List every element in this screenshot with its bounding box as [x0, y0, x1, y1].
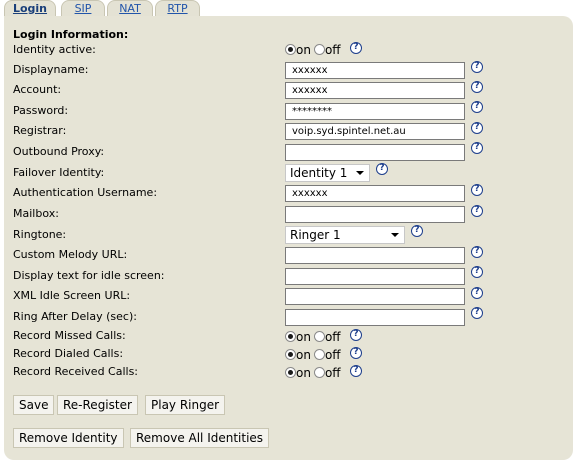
- remove-all-identities-button[interactable]: Remove All Identities: [130, 428, 270, 448]
- help-icon[interactable]: ?: [350, 42, 362, 54]
- record-missed-off-radio[interactable]: [313, 331, 325, 342]
- ringtone-value: Ringer 1: [290, 228, 341, 242]
- registrar-label: Registrar:: [13, 124, 67, 137]
- record-missed-radio-group: on off: [285, 330, 344, 346]
- help-icon[interactable]: ?: [471, 205, 483, 217]
- mailbox-field[interactable]: [285, 206, 465, 223]
- radio-off-label: off: [324, 366, 341, 380]
- record-received-radio-group: on off: [285, 366, 344, 382]
- help-icon[interactable]: ?: [471, 287, 483, 299]
- ringtone-label: Ringtone:: [13, 228, 67, 241]
- record-dialed-label: Record Dialed Calls:: [13, 347, 124, 360]
- failover-identity-value: Identity 1: [290, 166, 348, 180]
- record-received-label: Record Received Calls:: [13, 365, 139, 378]
- identity-active-off-radio[interactable]: [313, 44, 325, 55]
- help-icon[interactable]: ?: [350, 347, 362, 359]
- tab-sip[interactable]: SIP: [61, 0, 105, 16]
- radio-on-label: on: [296, 43, 311, 57]
- failover-identity-select[interactable]: Identity 1: [285, 164, 370, 182]
- save-button[interactable]: Save: [13, 395, 55, 415]
- password-label: Password:: [13, 104, 69, 117]
- section-title: Login Information:: [13, 28, 129, 41]
- identity-active-on-radio[interactable]: [285, 44, 296, 55]
- chevron-down-icon: [356, 171, 364, 175]
- help-icon[interactable]: ?: [350, 329, 362, 341]
- display-text-idle-label: Display text for idle screen:: [13, 269, 165, 282]
- registrar-field[interactable]: voip.syd.spintel.net.au: [285, 123, 465, 140]
- remove-identity-button[interactable]: Remove Identity: [13, 428, 124, 448]
- radio-off-label: off: [324, 43, 341, 57]
- radio-on-label: on: [296, 348, 311, 362]
- radio-on-label: on: [296, 366, 311, 380]
- ringtone-select[interactable]: Ringer 1: [285, 226, 405, 244]
- record-missed-on-radio[interactable]: [285, 331, 296, 342]
- identity-active-label: Identity active:: [13, 43, 96, 56]
- help-icon[interactable]: ?: [471, 184, 483, 196]
- displayname-field[interactable]: xxxxxx: [285, 62, 465, 79]
- record-received-off-radio[interactable]: [313, 367, 325, 378]
- auth-username-field[interactable]: xxxxxx: [285, 185, 465, 202]
- tab-bar: Login SIP NAT RTP: [0, 0, 573, 17]
- help-icon[interactable]: ?: [471, 101, 483, 113]
- display-text-idle-field[interactable]: [285, 268, 465, 285]
- record-dialed-on-radio[interactable]: [285, 349, 296, 360]
- help-icon[interactable]: ?: [471, 81, 483, 93]
- record-missed-label: Record Missed Calls:: [13, 329, 126, 342]
- tab-nat[interactable]: NAT: [107, 0, 153, 16]
- tab-rtp[interactable]: RTP: [155, 0, 200, 16]
- help-icon[interactable]: ?: [471, 246, 483, 258]
- ring-after-delay-field[interactable]: [285, 309, 465, 326]
- ring-after-delay-label: Ring After Delay (sec):: [13, 310, 137, 323]
- displayname-label: Displayname:: [13, 63, 89, 76]
- record-received-on-radio[interactable]: [285, 367, 296, 378]
- account-field[interactable]: xxxxxx: [285, 82, 465, 99]
- custom-melody-url-field[interactable]: [285, 247, 465, 264]
- password-field[interactable]: ********: [285, 103, 465, 120]
- outbound-proxy-label: Outbound Proxy:: [13, 145, 105, 158]
- account-label: Account:: [13, 83, 62, 96]
- help-icon[interactable]: ?: [350, 365, 362, 377]
- help-icon[interactable]: ?: [471, 142, 483, 154]
- xml-idle-url-field[interactable]: [285, 288, 465, 305]
- help-icon[interactable]: ?: [471, 61, 483, 73]
- help-icon[interactable]: ?: [471, 266, 483, 278]
- help-icon[interactable]: ?: [471, 307, 483, 319]
- radio-on-label: on: [296, 330, 311, 344]
- re-register-button[interactable]: Re-Register: [57, 395, 138, 415]
- radio-off-label: off: [324, 330, 341, 344]
- help-icon[interactable]: ?: [471, 122, 483, 134]
- auth-username-label: Authentication Username:: [13, 186, 158, 199]
- radio-off-label: off: [324, 348, 341, 362]
- chevron-down-icon: [391, 233, 399, 237]
- play-ringer-button[interactable]: Play Ringer: [145, 395, 226, 415]
- help-icon[interactable]: ?: [376, 163, 388, 175]
- mailbox-label: Mailbox:: [13, 207, 59, 220]
- custom-melody-url-label: Custom Melody URL:: [13, 248, 128, 261]
- tab-login[interactable]: Login: [4, 0, 56, 17]
- identity-active-radio-group: on off: [285, 43, 344, 59]
- record-dialed-off-radio[interactable]: [313, 349, 325, 360]
- xml-idle-url-label: XML Idle Screen URL:: [13, 289, 131, 302]
- record-dialed-radio-group: on off: [285, 348, 344, 364]
- help-icon[interactable]: ?: [411, 225, 423, 237]
- outbound-proxy-field[interactable]: [285, 144, 465, 161]
- failover-identity-label: Failover Identity:: [13, 166, 105, 179]
